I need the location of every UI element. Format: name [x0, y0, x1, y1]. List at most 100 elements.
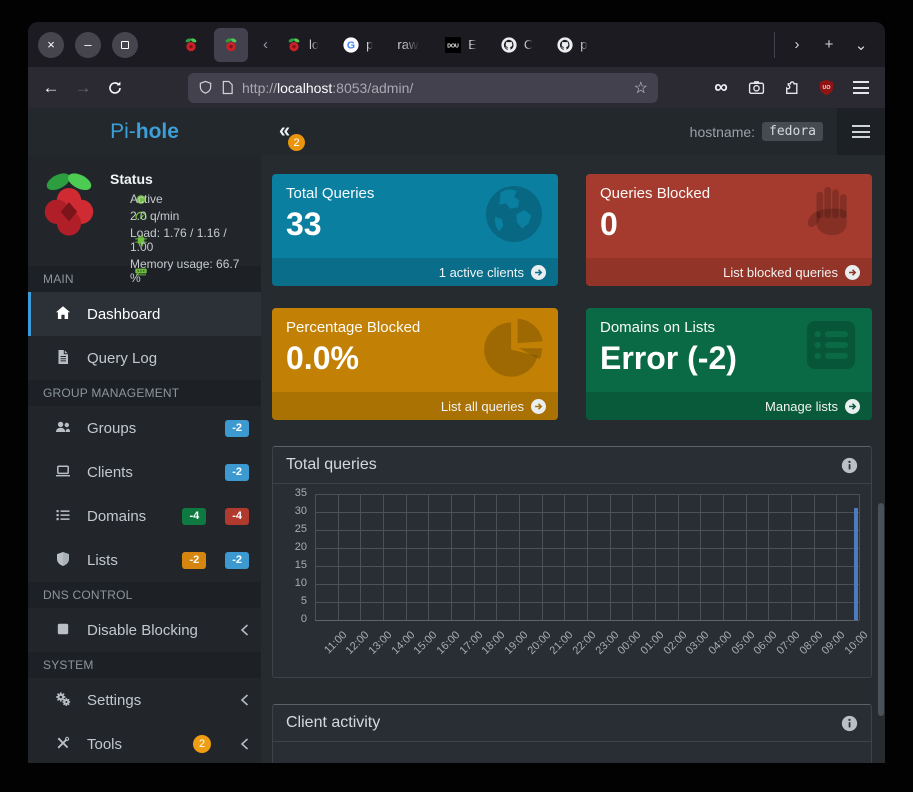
browser-menu-icon[interactable]	[847, 74, 875, 102]
tab-bar: ×– ‹ lo Gpraw.DOUECp › + ⌄	[28, 22, 885, 67]
hand-watermark-icon	[802, 182, 860, 245]
y-tick-label: 20	[295, 541, 307, 553]
card-footer-link[interactable]: Manage lists	[586, 392, 872, 420]
status-text: 2.0 q/min	[130, 209, 179, 223]
sidebar-item-label: Dashboard	[87, 306, 249, 323]
new-tab-button[interactable]: +	[815, 31, 843, 59]
gridline-x	[383, 494, 384, 620]
x-tick-label: 18:00	[480, 629, 508, 657]
extensions-puzzle-icon[interactable]	[777, 74, 805, 102]
status-dot: Active	[110, 192, 251, 206]
file-icon	[55, 349, 73, 367]
info-icon[interactable]	[841, 715, 858, 732]
x-tick-label: 23:00	[593, 629, 621, 657]
query-bar	[854, 508, 858, 620]
sidebar-item-label: Clients	[87, 464, 206, 481]
status-text: Memory usage: 66.7 %	[130, 257, 251, 285]
browser-tab[interactable]: p	[548, 28, 596, 62]
url-host: localhost	[277, 80, 332, 96]
info-icon[interactable]	[841, 457, 858, 474]
pihole-favicon-icon	[223, 37, 239, 53]
page-info-icon[interactable]	[221, 80, 234, 95]
gridline-x	[587, 494, 588, 620]
browser-tab[interactable]: DOUE	[436, 28, 486, 62]
browser-tab[interactable]: raw.	[388, 28, 430, 62]
arrow-circle-right-icon	[845, 399, 860, 414]
hostname-display: hostname: fedora	[690, 122, 837, 141]
back-button[interactable]: ←	[36, 73, 66, 103]
scroll-tabs-right-button[interactable]: ›	[783, 31, 811, 59]
containers-icon[interactable]: ∞	[707, 74, 735, 102]
count-badge: -4	[225, 508, 249, 525]
tab-strip: ‹ lo Gpraw.DOUECp	[174, 22, 774, 67]
pihole-favicon-icon	[183, 37, 199, 53]
laptop-icon	[55, 463, 73, 481]
minimize-window-button[interactable]: –	[75, 32, 101, 58]
browser-tab[interactable]: lo	[277, 28, 328, 62]
gridline-x	[723, 494, 724, 620]
address-bar[interactable]: http://localhost:8053/admin/ ☆	[188, 73, 658, 103]
x-tick-label: 06:00	[752, 629, 780, 657]
pihole-admin-page: Pi-hole « 2 hostname: fedora	[28, 108, 885, 763]
github-favicon-icon	[501, 37, 517, 53]
tracking-protection-shield-icon[interactable]	[198, 80, 213, 95]
x-tick-label: 13:00	[367, 629, 395, 657]
sidebar-item-dashboard[interactable]: Dashboard	[28, 292, 261, 336]
browser-tab[interactable]: C	[492, 28, 542, 62]
ublock-origin-icon[interactable]: UO	[812, 74, 840, 102]
card-body: Percentage Blocked0.0%	[272, 308, 558, 392]
browser-tab-pinned[interactable]	[174, 28, 208, 62]
forward-button[interactable]: →	[68, 73, 98, 103]
card-footer-link[interactable]: List blocked queries	[586, 258, 872, 286]
sidebar-item-query-log[interactable]: Query Log	[28, 336, 261, 380]
sidebar-status-block: Status Active2.0 q/minLoad: 1.76 / 1.16 …	[28, 155, 261, 266]
browser-tab[interactable]: Gp	[334, 28, 382, 62]
status-cpu: Load: 1.76 / 1.16 / 1.00	[110, 226, 251, 254]
total-queries-chart: 05101520253035 11:0012:0013:0014:0015:00…	[273, 484, 871, 677]
gridline-x	[814, 494, 815, 620]
navigation-toolbar: ← → http://localhost:8053/admin/ ☆ ∞	[28, 67, 885, 108]
sidebar-item-disable-blocking[interactable]: Disable Blocking	[28, 608, 261, 652]
chevron-left-icon	[240, 694, 249, 706]
gridline-x	[791, 494, 792, 620]
card-queries-blocked: Queries Blocked0List blocked queries	[586, 174, 872, 286]
scroll-tabs-left-button[interactable]: ‹	[254, 36, 277, 53]
sidebar-item-lists[interactable]: Lists-2-2	[28, 538, 261, 582]
bookmark-star-icon[interactable]: ☆	[634, 78, 648, 98]
y-tick-label: 30	[295, 505, 307, 517]
sidebar-item-domains[interactable]: Domains-4-4	[28, 494, 261, 538]
count-badge: -2	[182, 552, 206, 569]
card-body: Total Queries33	[272, 174, 558, 258]
list-all-tabs-button[interactable]: ⌄	[847, 31, 875, 59]
page-scrollbar-thumb[interactable]	[878, 503, 884, 716]
sidebar-item-tools[interactable]: Tools2	[28, 722, 261, 763]
app-body: Status Active2.0 q/minLoad: 1.76 / 1.16 …	[28, 155, 885, 763]
sidebar-item-label: Tools	[87, 736, 179, 753]
card-footer-link[interactable]: List all queries	[272, 392, 558, 420]
card-footer-link[interactable]: 1 active clients	[272, 258, 558, 286]
gridline-x	[519, 494, 520, 620]
globe-watermark-icon	[482, 182, 546, 251]
gridline-x	[836, 494, 837, 620]
tab-title: p	[580, 37, 587, 52]
gridline-x	[542, 494, 543, 620]
app-menu-button[interactable]	[837, 108, 885, 155]
sidebar-item-label: Lists	[87, 552, 163, 569]
browser-tab-pinned[interactable]	[214, 28, 248, 62]
hostname-value: fedora	[762, 122, 823, 141]
card-total-queries: Total Queries331 active clients	[272, 174, 558, 286]
sidebar-item-clients[interactable]: Clients-2	[28, 450, 261, 494]
pihole-brand: Pi-hole	[28, 120, 261, 144]
sidebar-item-settings[interactable]: Settings	[28, 678, 261, 722]
count-badge: -2	[225, 420, 249, 437]
reload-button[interactable]	[100, 73, 130, 103]
gridline-x	[610, 494, 611, 620]
screenshot-camera-icon[interactable]	[742, 74, 770, 102]
tab-title: lo	[309, 37, 319, 52]
sidebar-item-label: Domains	[87, 508, 163, 525]
close-window-button[interactable]: ×	[38, 32, 64, 58]
gridline-y-0	[315, 620, 859, 621]
arrow-circle-right-icon	[531, 399, 546, 414]
sidebar-item-groups[interactable]: Groups-2	[28, 406, 261, 450]
maximize-window-button[interactable]	[112, 32, 138, 58]
